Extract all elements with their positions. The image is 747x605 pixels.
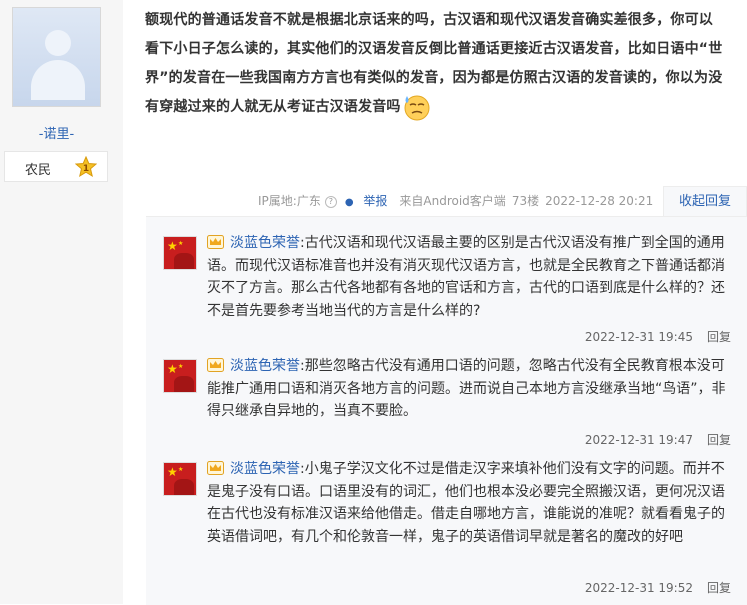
reply-time: 2022-12-31 19:47 [584,433,693,447]
flag-star-icon: ★ [167,362,178,376]
level-star-icon: 1 [75,156,97,178]
report-icon: ● [344,197,354,208]
author-sidebar: -诺里- 农民 1 [0,0,123,604]
avatar-figure-shape [174,376,194,392]
flag-star-icon: ★ [167,239,178,253]
help-icon[interactable]: ? [324,196,337,208]
avatar-head-shape [45,30,71,56]
author-username[interactable]: -诺里- [0,123,113,142]
reply-username[interactable]: 淡蓝色荣誉 [230,358,300,374]
flag-star-icon: ★ [178,466,184,473]
reply-footer: 2022-12-31 19:45 回复 [585,328,731,345]
reply-button[interactable]: 回复 [707,330,731,344]
reply-avatar[interactable]: ★ ★ [163,359,197,393]
reply-text: 淡蓝色荣誉:小鬼子学汉文化不过是借走汉字来填补他们没有文字的问题。而并不是鬼子没… [207,458,737,548]
post-time: 2022-12-28 20:21 [545,194,654,208]
reply-avatar[interactable]: ★ ★ [163,462,197,496]
reply-username[interactable]: 淡蓝色荣誉 [230,235,300,251]
reply-button[interactable]: 回复 [707,433,731,447]
flag-star-icon: ★ [178,363,184,370]
post-line-text: 有穿越过来的人就无从考证古汉语发音吗 [145,99,401,115]
level-number: 1 [83,164,89,174]
floor-number: 73楼 [511,194,540,208]
author-level[interactable]: 农民 1 [4,151,108,182]
reply-time: 2022-12-31 19:52 [584,581,693,595]
member-crown-icon [207,235,224,249]
reply-button[interactable]: 回复 [707,581,731,595]
reply-text: 淡蓝色荣誉:那些忽略古代没有通用口语的问题，忽略古代没有全民教育根本没可能推广通… [207,355,737,423]
client-source[interactable]: 来自Android客户端 [399,194,505,208]
report-label: 举报 [363,194,388,208]
post-content: 额现代的普通话发音不就是根据北京话来的吗，古汉语和现代汉语发音确实差很多，你可以… [145,6,745,122]
reply-time: 2022-12-31 19:45 [584,330,693,344]
reply-text: 淡蓝色荣誉:古代汉语和现代汉语最主要的区别是古代汉语没有推广到全国的通用语。而现… [207,232,737,322]
report-link[interactable]: ● 举报 [345,194,394,208]
post-meta: IP属地:广东? ● 举报 来自Android客户端 73楼 2022-12-28 20… [258,192,659,209]
flag-star-icon: ★ [178,240,184,247]
reply-footer: 2022-12-31 19:52 回复 [585,579,731,596]
ip-location: IP属地:广东 [258,194,321,208]
reply-panel: ★ ★ 淡蓝色荣誉:古代汉语和现代汉语最主要的区别是古代汉语没有推广到全国的通用… [146,216,747,605]
author-avatar[interactable] [12,7,101,107]
reply-username[interactable]: 淡蓝色荣誉 [230,461,300,477]
member-crown-icon [207,358,224,372]
reply-avatar[interactable]: ★ ★ [163,236,197,270]
collapse-reply-button[interactable]: 收起回复 [663,186,747,216]
post-line: 额现代的普通话发音不就是根据北京话来的吗，古汉语和现代汉语发音确实差很多，你可以 [145,12,713,28]
sweat-face-emoji-icon [404,95,430,121]
post-line: 看下小日子怎么读的，其实他们的汉语发音反倒比普通话更接近古汉语发音，比如日语中“… [145,41,723,57]
flag-star-icon: ★ [167,465,178,479]
level-name: 农民 [25,163,52,178]
member-crown-icon [207,461,224,475]
avatar-body-shape [31,60,85,100]
avatar-figure-shape [174,253,194,269]
reply-footer: 2022-12-31 19:47 回复 [585,431,731,448]
avatar-figure-shape [174,479,194,495]
post-line: 界”的发音在一些我国南方方言也有类似的发音，因为都是仿照古汉语的发音读的，你以为… [145,70,723,86]
post-line: 有穿越过来的人就无从考证古汉语发音吗 [145,93,745,122]
